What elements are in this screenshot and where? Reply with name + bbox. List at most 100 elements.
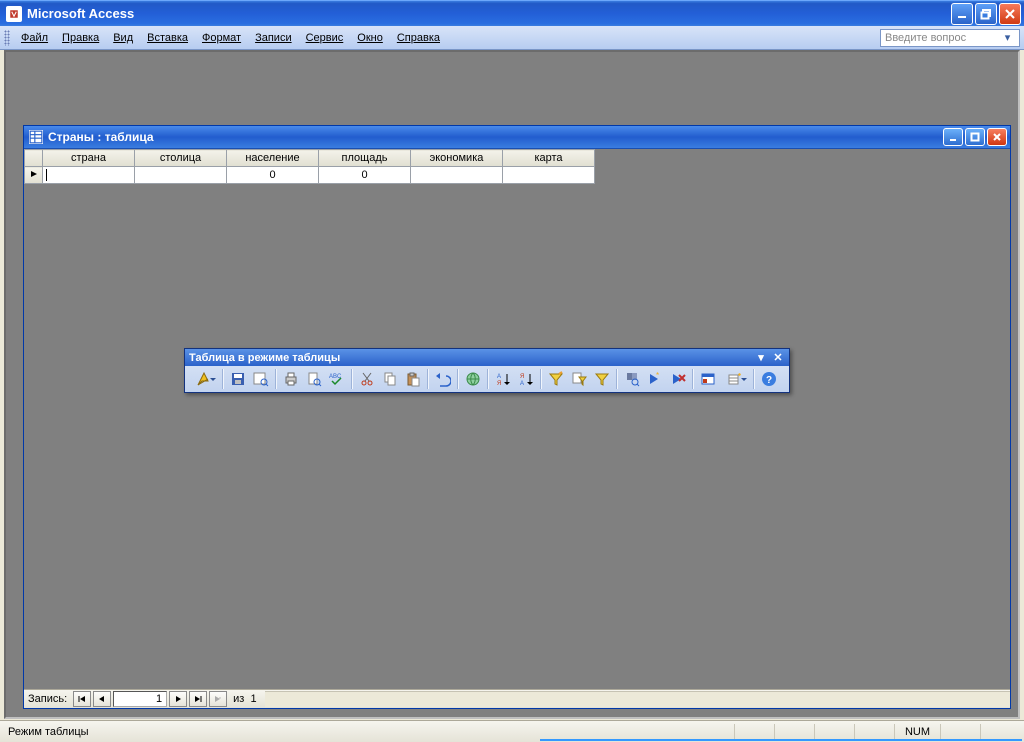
menu-tools[interactable]: Сервис [299, 30, 351, 46]
svg-text:А: А [520, 381, 524, 387]
cell-population[interactable]: 0 [227, 167, 319, 184]
spelling-button[interactable]: ABC [326, 368, 348, 390]
table-datasheet-window: Страны : таблица страна столица населени… [23, 125, 1011, 709]
status-pane [980, 724, 1020, 739]
restore-button[interactable] [975, 3, 997, 25]
datasheet-icon [29, 130, 43, 144]
find-button[interactable] [621, 368, 643, 390]
filter-by-form-button[interactable] [568, 368, 590, 390]
svg-text:?: ? [766, 375, 772, 386]
print-button[interactable] [280, 368, 302, 390]
cell-capital[interactable] [135, 167, 227, 184]
menu-edit[interactable]: Правка [55, 30, 106, 46]
svg-text:Я: Я [497, 381, 501, 387]
menu-records[interactable]: Записи [248, 30, 299, 46]
grid-empty-area [24, 184, 1010, 689]
svg-text:Я: Я [520, 374, 524, 380]
toggle-filter-button[interactable] [591, 368, 613, 390]
save-button[interactable] [227, 368, 249, 390]
doc-minimize-button[interactable] [943, 128, 963, 146]
status-pane [734, 724, 774, 739]
menu-view[interactable]: Вид [106, 30, 140, 46]
new-object-button[interactable] [720, 368, 750, 390]
print-preview-button[interactable] [303, 368, 325, 390]
svg-text:*: * [656, 371, 659, 380]
status-bar: Режим таблицы NUM [0, 720, 1024, 742]
column-header[interactable]: площадь [319, 150, 411, 167]
row-selector-current[interactable] [25, 167, 43, 184]
cell-country[interactable] [43, 167, 135, 184]
doc-title: Страны : таблица [48, 130, 154, 144]
svg-text:А: А [497, 374, 501, 380]
menu-insert[interactable]: Вставка [140, 30, 195, 46]
column-header[interactable]: столица [135, 150, 227, 167]
toolbar-options-icon[interactable]: ▾ [754, 351, 768, 365]
toolbar-buttons: ABC АЯ ЯА * ? [185, 366, 789, 392]
filter-by-selection-button[interactable] [545, 368, 567, 390]
undo-button[interactable] [432, 368, 454, 390]
cell-map[interactable] [503, 167, 595, 184]
menu-window[interactable]: Окно [350, 30, 390, 46]
toolbar-close-icon[interactable]: ✕ [771, 351, 785, 365]
nav-last-button[interactable] [189, 691, 207, 707]
status-pane [854, 724, 894, 739]
menu-help[interactable]: Справка [390, 30, 447, 46]
table-row[interactable]: 0 0 [25, 167, 595, 184]
doc-close-button[interactable] [987, 128, 1007, 146]
dropdown-icon[interactable]: ▾ [1000, 31, 1015, 44]
cut-button[interactable] [356, 368, 378, 390]
record-navigator: Запись: * из 1 [24, 689, 1010, 708]
copy-button[interactable] [379, 368, 401, 390]
record-label: Запись: [28, 693, 67, 705]
column-header[interactable]: карта [503, 150, 595, 167]
toolbar-grip[interactable] [4, 30, 10, 46]
close-button[interactable] [999, 3, 1021, 25]
delete-record-button[interactable] [667, 368, 689, 390]
database-window-button[interactable] [697, 368, 719, 390]
sort-asc-button[interactable]: АЯ [492, 368, 514, 390]
app-icon [6, 6, 22, 22]
toolbar-title-bar[interactable]: Таблица в режиме таблицы ▾ ✕ [185, 349, 789, 366]
menu-file[interactable]: Файл [14, 30, 55, 46]
status-pane [774, 724, 814, 739]
minimize-button[interactable] [951, 3, 973, 25]
nav-new-button[interactable]: * [209, 691, 227, 707]
cell-economy[interactable] [411, 167, 503, 184]
hyperlink-button[interactable] [462, 368, 484, 390]
column-header[interactable]: население [227, 150, 319, 167]
ask-question-box[interactable]: Введите вопрос ▾ [880, 29, 1020, 47]
ask-question-placeholder: Введите вопрос [885, 32, 966, 44]
datasheet-grid[interactable]: страна столица население площадь экономи… [24, 149, 1010, 184]
app-title: Microsoft Access [27, 6, 134, 21]
mdi-client-area: Страны : таблица страна столица населени… [4, 50, 1020, 719]
doc-title-bar: Страны : таблица [24, 126, 1010, 149]
record-of: из 1 [233, 693, 256, 705]
record-number-input[interactable] [113, 691, 167, 707]
column-header[interactable]: экономика [411, 150, 503, 167]
status-mode: Режим таблицы [4, 724, 734, 739]
paste-button[interactable] [402, 368, 424, 390]
sort-desc-button[interactable]: ЯА [515, 368, 537, 390]
doc-maximize-button[interactable] [965, 128, 985, 146]
status-pane [940, 724, 980, 739]
toolbar-title: Таблица в режиме таблицы [189, 352, 340, 364]
window-controls [951, 3, 1021, 25]
menu-format[interactable]: Формат [195, 30, 248, 46]
nav-scrollbar-placeholder [265, 691, 1010, 707]
app-title-bar: Microsoft Access [0, 0, 1024, 26]
status-highlight [540, 739, 1022, 741]
cell-area[interactable]: 0 [319, 167, 411, 184]
status-numlock: NUM [894, 724, 940, 739]
menu-bar: Файл Правка Вид Вставка Формат Записи Се… [0, 26, 1024, 50]
new-record-button[interactable]: * [644, 368, 666, 390]
nav-next-button[interactable] [169, 691, 187, 707]
search-button[interactable] [250, 368, 272, 390]
nav-prev-button[interactable] [93, 691, 111, 707]
status-pane [814, 724, 854, 739]
help-icon-button[interactable]: ? [758, 368, 780, 390]
select-all-corner[interactable] [25, 150, 43, 167]
floating-toolbar[interactable]: Таблица в режиме таблицы ▾ ✕ ABC АЯ ЯА [184, 348, 790, 393]
column-header[interactable]: страна [43, 150, 135, 167]
view-button[interactable] [189, 368, 219, 390]
nav-first-button[interactable] [73, 691, 91, 707]
